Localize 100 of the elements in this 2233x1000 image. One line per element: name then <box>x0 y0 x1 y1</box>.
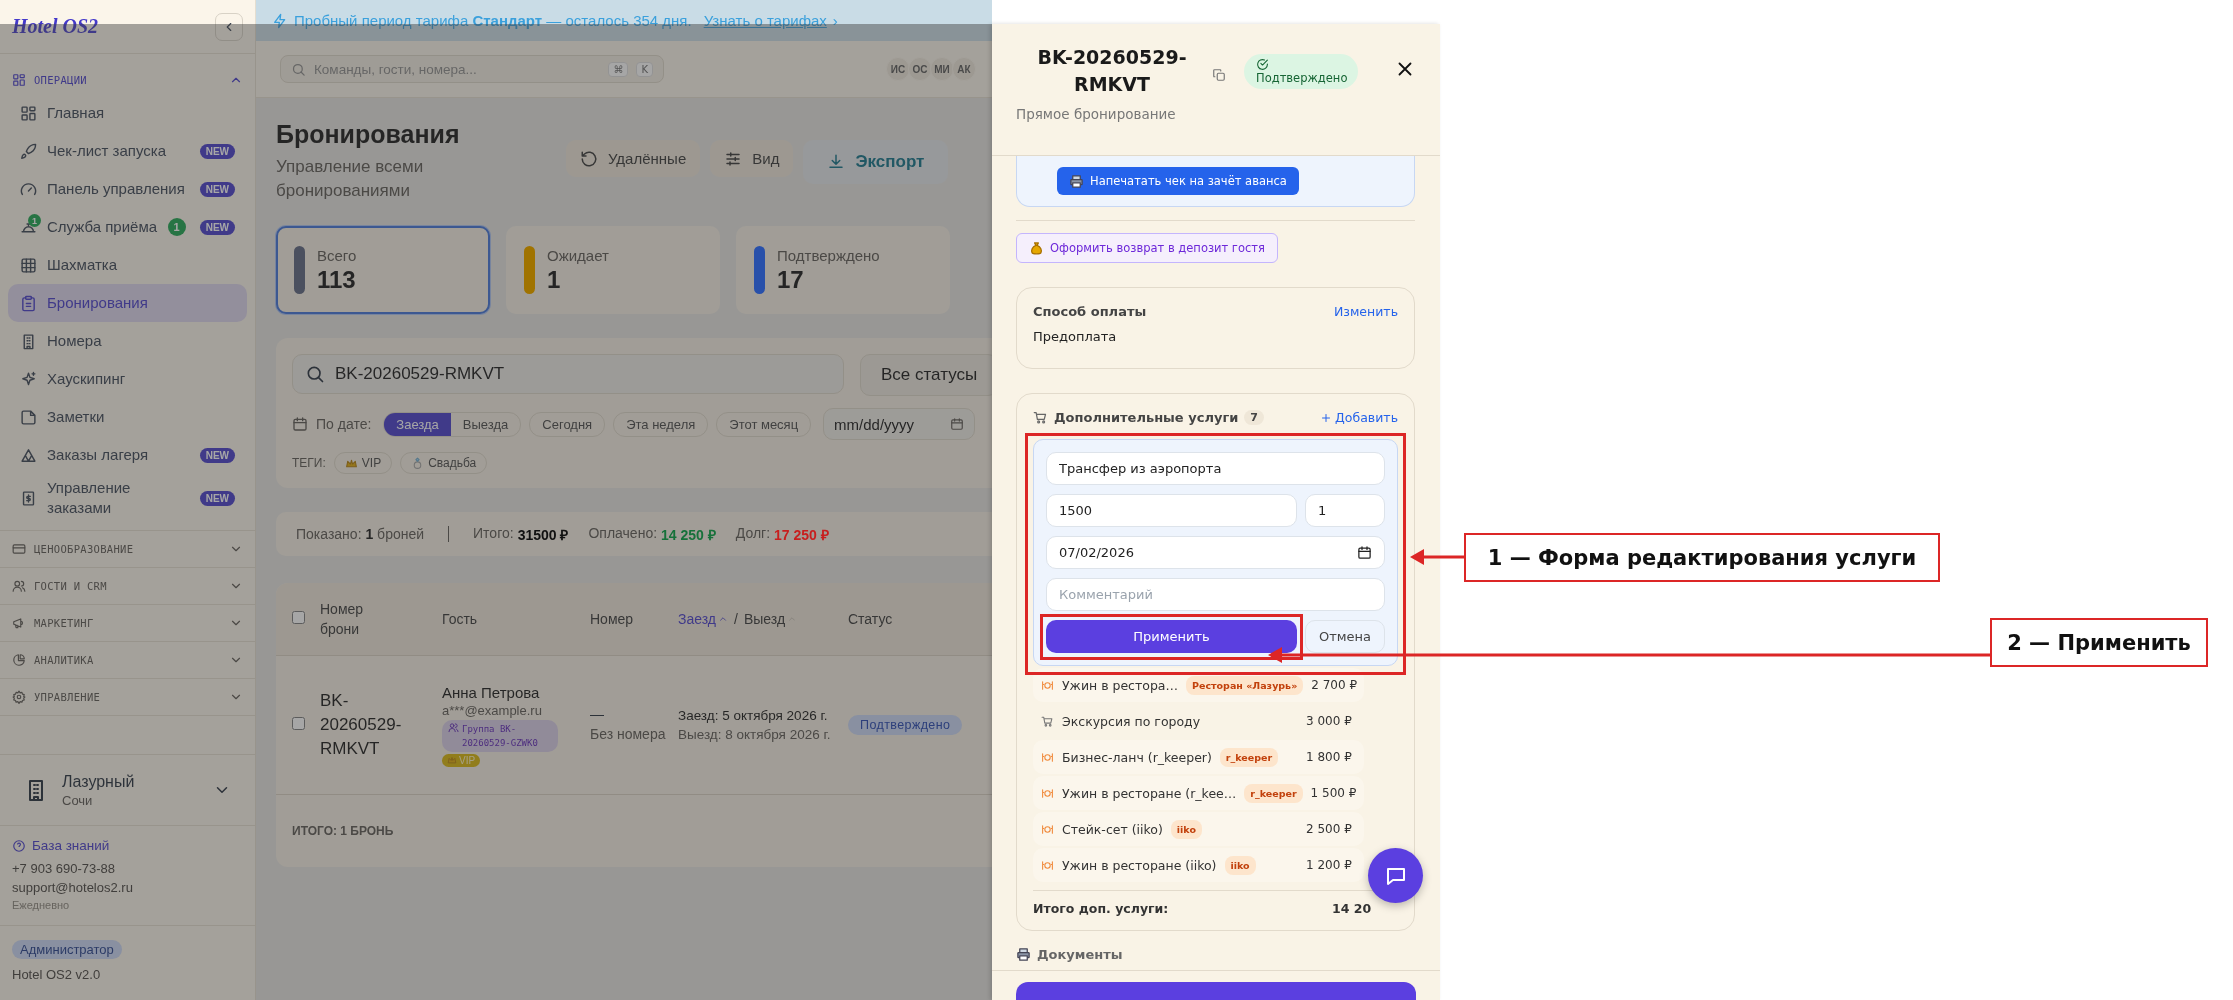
hotel-selector[interactable]: Лазурный Сочи <box>0 754 255 826</box>
search-field[interactable]: BK-20260529-RMKVT <box>292 354 844 394</box>
filter-chip[interactable]: Эта неделя <box>613 411 709 437</box>
checkbox[interactable] <box>292 611 305 624</box>
add-link[interactable]: Добавить <box>1320 410 1398 425</box>
toolbar-button[interactable]: Экспорт <box>803 140 949 184</box>
segment-button[interactable]: Заезда <box>384 412 451 436</box>
column-header[interactable]: Номер <box>590 609 634 629</box>
lightning-icon <box>272 12 288 29</box>
column-header[interactable]: Гость <box>442 609 478 629</box>
sidebar-item[interactable]: Заказы лагеря NEW <box>8 436 247 474</box>
column-header[interactable]: Номер брони <box>320 599 390 639</box>
count-badge: 7 <box>1244 410 1264 425</box>
stat-card[interactable]: Ожидает 1 <box>506 226 720 314</box>
comment-field[interactable]: Комментарий <box>1046 578 1385 611</box>
section-header[interactable]: ГОСТИ И CRM <box>0 568 255 605</box>
service-row[interactable]: Ужин в ресторане (r_kee… r_keeper 1 500 ₽ <box>1033 776 1364 810</box>
cancel-button[interactable]: Отмена <box>1305 620 1385 653</box>
stat-card[interactable]: Подтверждено 17 <box>736 226 950 314</box>
filter-chip[interactable]: Этот месяц <box>716 411 812 437</box>
annotation-label: 1 — Форма редактирования услуги <box>1464 533 1940 582</box>
command-search[interactable]: Команды, гости, номера... ⌘ K <box>280 55 664 83</box>
email-address: support@hotelos2.ru <box>12 880 134 895</box>
sidebar-item[interactable]: Номера <box>8 322 247 360</box>
calendar-icon <box>1357 545 1372 560</box>
user-avatar[interactable]: АК <box>952 57 976 81</box>
sliders-icon <box>724 149 743 168</box>
service-price: 1 200 ₽ <box>1306 858 1353 872</box>
plate-icon <box>1041 786 1054 800</box>
guest-name: Анна Петрова <box>442 683 540 701</box>
cart-icon <box>1033 410 1048 425</box>
service-row[interactable]: Ужин в ресторане (iiko) iiko 1 200 ₽ <box>1033 848 1364 882</box>
section-header[interactable]: ЦЕНООБРАЗОВАНИЕ <box>0 531 255 568</box>
user-avatar[interactable]: ОС <box>908 57 932 81</box>
status-dropdown[interactable]: Все статусы <box>860 354 992 396</box>
quantity-field[interactable]: 1 <box>1305 494 1385 527</box>
date-field[interactable]: 07/02/2026 <box>1046 536 1385 569</box>
arrow <box>1410 547 1466 567</box>
apply-button[interactable]: Применить <box>1046 620 1297 653</box>
search-icon <box>305 364 325 384</box>
key-hint: K <box>636 61 653 77</box>
service-name: Стейк-сет (iiko) <box>1062 821 1163 837</box>
sidebar-item[interactable]: Главная <box>8 94 247 132</box>
stat-card[interactable]: Всего 113 <box>276 226 490 314</box>
sidebar-item[interactable]: Чек-лист запуска NEW <box>8 132 247 170</box>
sidebar-item[interactable]: Шахматка <box>8 246 247 284</box>
user-avatar[interactable]: МИ <box>930 57 954 81</box>
users-icon <box>448 721 459 733</box>
hotel-name: Лазурный <box>62 772 136 791</box>
sidebar-item[interactable]: Панель управления NEW <box>8 170 247 208</box>
source-tag: iiko <box>1224 855 1256 875</box>
section-title: Документы <box>1037 947 1123 962</box>
sidebar-item[interactable]: Хаускипинг <box>8 360 247 398</box>
print-receipt-button[interactable]: Напечатать чек на зачёт аванса <box>1057 167 1299 195</box>
user-avatar[interactable]: ИС <box>886 57 910 81</box>
download-icon <box>827 153 846 171</box>
service-row[interactable]: Бизнес-ланч (r_keeper) r_keeper 1 800 ₽ <box>1033 740 1364 774</box>
section-header[interactable]: УПРАВЛЕНИЕ <box>0 679 255 716</box>
name-field[interactable]: Трансфер из аэропорта <box>1046 452 1385 485</box>
card-title: Дополнительные услуги <box>1054 410 1239 425</box>
edit-link[interactable]: Изменить <box>1333 304 1398 319</box>
users-icon <box>12 579 26 593</box>
service-price: 3 000 ₽ <box>1306 714 1353 728</box>
column-header[interactable]: Статус <box>848 611 893 627</box>
new-badge: NEW <box>199 181 235 197</box>
toolbar-button[interactable]: Удалённые <box>566 140 701 177</box>
booking-number[interactable]: BK-20260529-RMKVT <box>320 689 420 761</box>
date-field[interactable]: mm/dd/yyyy <box>823 408 976 440</box>
sort-header[interactable]: Заезд <box>678 611 728 627</box>
section-header[interactable]: АНАЛИТИКА <box>0 642 255 679</box>
refund-button[interactable]: Оформить возврат в депозит гостя <box>1016 233 1278 263</box>
section-header[interactable]: ОПЕРАЦИИ <box>0 66 255 94</box>
sort-header[interactable]: Выезд <box>743 611 798 627</box>
service-row[interactable]: Стейк-сет (iiko) iiko 2 500 ₽ <box>1033 812 1364 846</box>
price-field[interactable]: 1500 <box>1046 494 1297 527</box>
grid-icon <box>12 73 26 87</box>
collapse-button[interactable] <box>215 12 243 41</box>
segment-button[interactable]: Выезда <box>450 412 521 436</box>
sidebar-item[interactable]: Заметки <box>8 398 247 436</box>
booking-source: Прямое бронирование <box>1016 106 1177 122</box>
search-icon <box>291 61 306 77</box>
service-name: Ужин в рестора… <box>1062 677 1178 693</box>
checkbox[interactable] <box>292 717 305 730</box>
total-value: 17 250 ₽ <box>774 525 829 544</box>
clipboard-icon <box>20 294 37 312</box>
filter-chip[interactable]: Сегодня <box>529 411 606 437</box>
key-hint: ⌘ <box>608 61 629 77</box>
sidebar-item[interactable]: 1 Служба приёма 1 NEW <box>8 208 247 246</box>
banner-text: Пробный период тарифа Стандарт — осталось 354 дня. <box>294 12 692 29</box>
knowledge-base-link[interactable]: База знаний <box>12 838 243 853</box>
toolbar-button[interactable]: Вид <box>710 140 794 177</box>
group-tag[interactable]: Группа BK-20260529-GZWK0 <box>442 719 558 752</box>
total-value: 14 250 ₽ <box>661 525 716 544</box>
sidebar-item[interactable]: Бронирования <box>8 284 247 322</box>
total-value: 31500 ₽ <box>517 525 569 544</box>
stat-value: 1 <box>547 265 562 294</box>
plus-icon <box>1320 411 1333 424</box>
table-icon <box>20 256 37 274</box>
section-header[interactable]: МАРКЕТИНГ <box>0 605 255 642</box>
sidebar-item[interactable]: Управление заказами NEW <box>8 474 247 522</box>
